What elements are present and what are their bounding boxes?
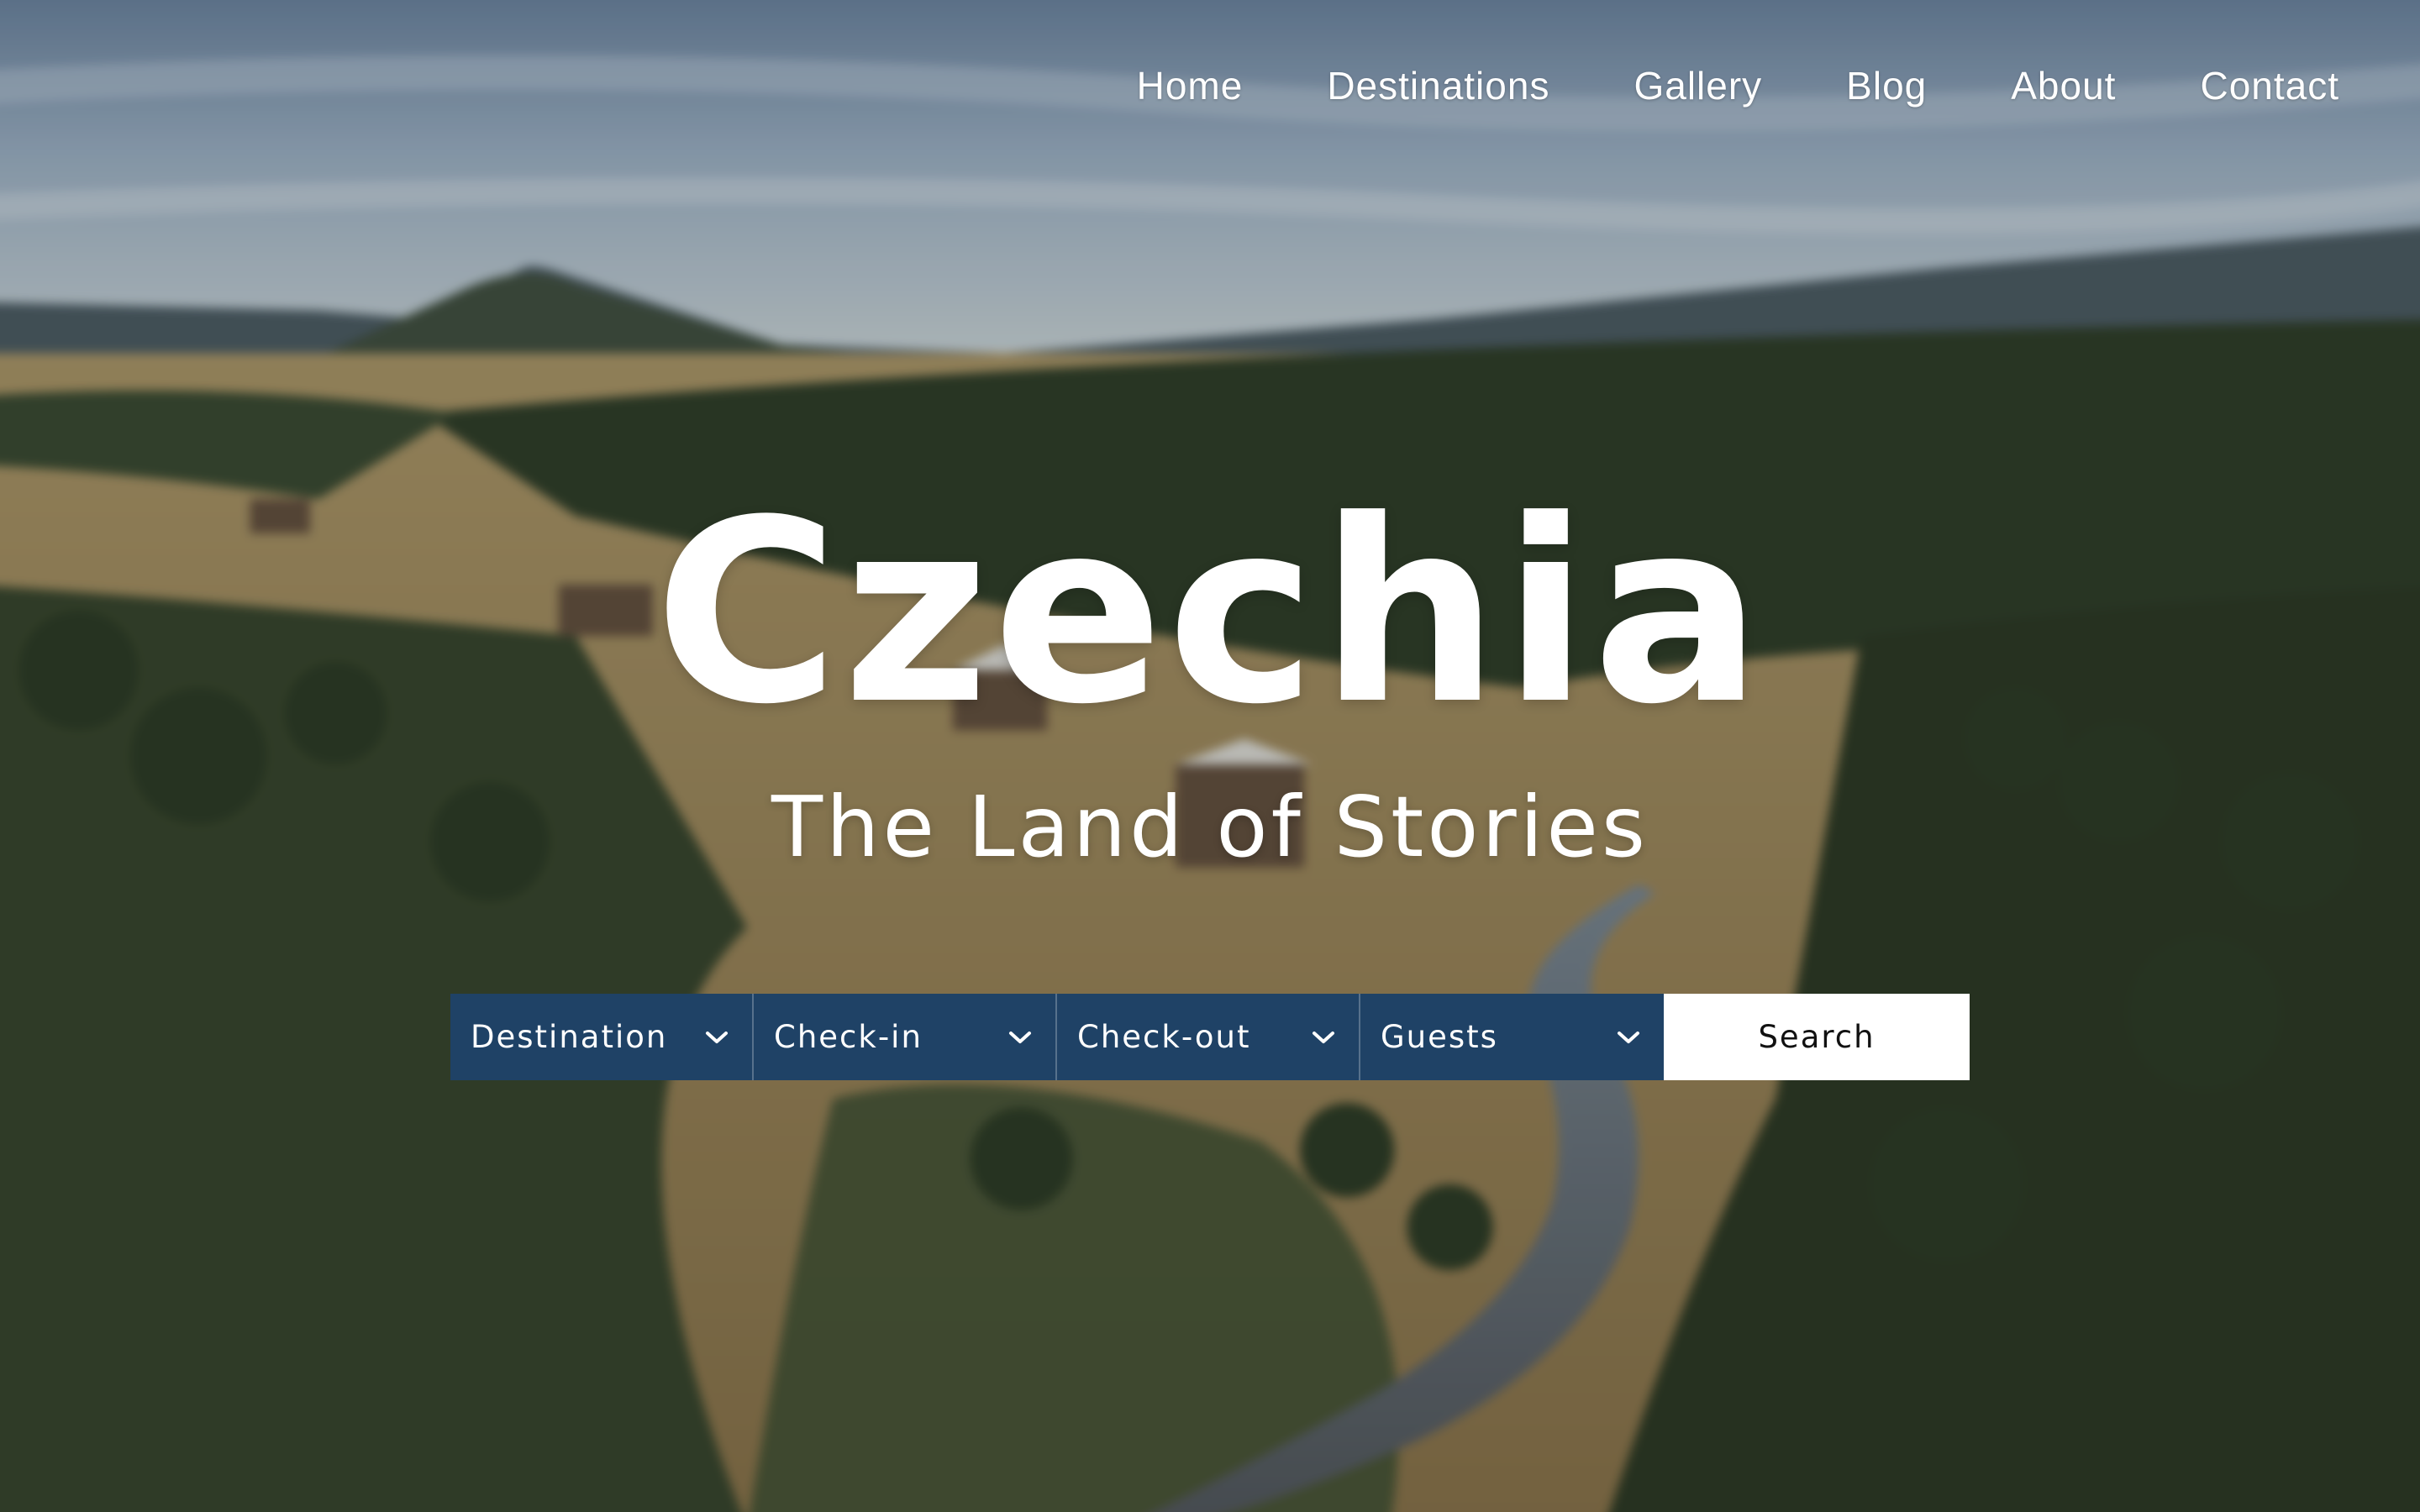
chevron-down-icon [1613,1022,1644,1053]
hero-section: Home Destinations Gallery Blog About Con… [0,0,2420,1512]
nav-item-home[interactable]: Home [1137,59,1244,113]
search-button[interactable]: Search [1664,994,1970,1080]
hero-title: Czechia [654,466,1766,759]
nav-item-about[interactable]: About [2011,59,2116,113]
nav-item-gallery[interactable]: Gallery [1634,59,1762,113]
search-bar: Destination Check-in Check-out Guests Se… [450,994,1970,1080]
nav-item-contact[interactable]: Contact [2200,59,2339,113]
guests-label: Guests [1381,1019,1498,1055]
chevron-down-icon [702,1022,732,1053]
chevron-down-icon [1005,1022,1035,1053]
check-out-label: Check-out [1077,1019,1251,1055]
destination-dropdown[interactable]: Destination [450,994,754,1080]
hero-subtitle: The Land of Stories [771,778,1649,876]
main-nav: Home Destinations Gallery Blog About Con… [1053,59,2339,113]
chevron-down-icon [1308,1022,1339,1053]
check-in-label: Check-in [774,1019,923,1055]
guests-dropdown[interactable]: Guests [1360,994,1664,1080]
nav-item-destinations[interactable]: Destinations [1327,59,1549,113]
nav-item-blog[interactable]: Blog [1846,59,1927,113]
check-out-dropdown[interactable]: Check-out [1057,994,1360,1080]
check-in-dropdown[interactable]: Check-in [754,994,1057,1080]
destination-label: Destination [471,1019,668,1055]
